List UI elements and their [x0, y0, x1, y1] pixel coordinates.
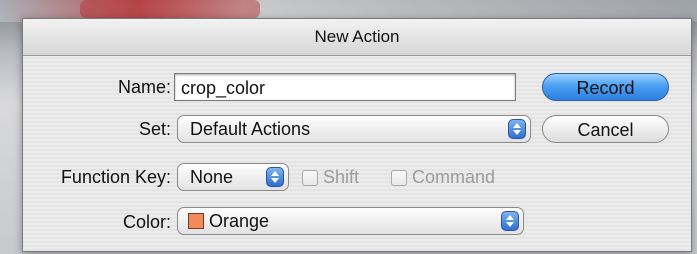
shift-checkbox[interactable]	[302, 170, 318, 186]
color-popup[interactable]: Orange	[177, 207, 524, 235]
set-label: Set:	[138, 119, 171, 139]
color-popup-value: Orange	[209, 211, 270, 231]
set-popup[interactable]: Default Actions	[177, 115, 531, 143]
popup-arrows-icon	[508, 119, 526, 139]
dialog-title: New Action	[314, 27, 400, 46]
new-action-dialog: New Action Name: crop_color Set: Default…	[22, 18, 692, 252]
name-field[interactable]: crop_color	[174, 73, 516, 101]
set-popup-value: Default Actions	[190, 119, 311, 139]
command-checkbox[interactable]	[391, 170, 407, 186]
cancel-button[interactable]: Cancel	[542, 115, 669, 143]
dialog-titlebar: New Action	[23, 19, 691, 56]
function-key-label: Function Key:	[60, 167, 171, 187]
popup-arrows-icon	[266, 167, 284, 187]
cancel-button-label: Cancel	[577, 120, 634, 140]
record-button[interactable]: Record	[542, 73, 669, 101]
function-key-popup[interactable]: None	[177, 163, 289, 191]
color-swatch-icon	[188, 213, 204, 229]
name-field-value: crop_color	[181, 78, 266, 98]
color-label: Color:	[122, 212, 171, 232]
popup-arrows-icon	[501, 211, 519, 231]
name-label: Name:	[117, 77, 171, 97]
background-decoration-red	[80, 0, 260, 18]
function-key-value: None	[190, 167, 234, 187]
record-button-label: Record	[576, 78, 635, 98]
shift-label: Shift	[323, 167, 360, 187]
command-label: Command	[412, 167, 496, 187]
